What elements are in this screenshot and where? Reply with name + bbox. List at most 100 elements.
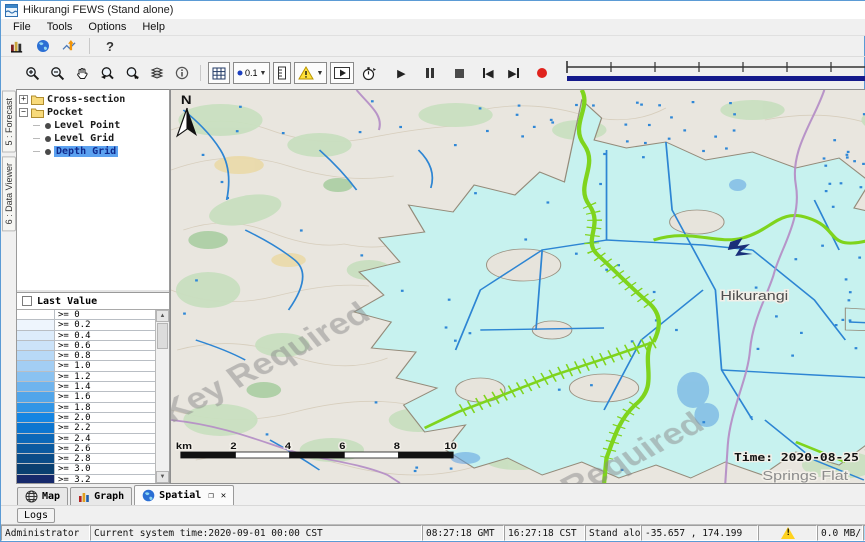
legend-swatch [17, 464, 55, 473]
tree-node-level-grid[interactable]: Level Grid [19, 132, 167, 145]
longitudinal-profile-button[interactable] [273, 62, 291, 84]
legend-swatch [17, 341, 55, 350]
legend-row: >= 1.0 [17, 361, 155, 371]
chevron-down-icon: ▼ [316, 70, 323, 77]
menu-file[interactable]: File [5, 20, 39, 34]
help-button[interactable]: ? [100, 37, 120, 55]
chevron-down-icon: ▼ [260, 70, 267, 77]
toolbar-separator [89, 38, 90, 54]
tree-connector [33, 125, 40, 126]
step-back-button[interactable]: ◀ [477, 62, 499, 84]
tree-node-level-point[interactable]: Level Point [19, 119, 167, 132]
menu-tools[interactable]: Tools [39, 20, 81, 34]
globe-icon [142, 489, 155, 502]
layer-bullet-icon [45, 149, 51, 155]
legend-row: >= 2.8 [17, 454, 155, 464]
animation-timer-icon[interactable] [357, 62, 379, 84]
zoom-next-icon[interactable] [121, 62, 143, 84]
scroll-down-icon[interactable]: ▼ [156, 471, 169, 483]
legend-row: >= 1.4 [17, 382, 155, 392]
pause-button[interactable] [419, 62, 441, 84]
tab-spatial[interactable]: Spatial ❐ ✕ [134, 485, 234, 505]
spatial-display-globe-icon[interactable] [33, 37, 53, 55]
tab-map[interactable]: Map [17, 487, 68, 505]
application-window: Hikurangi FEWS (Stand alone) – ❐ ✕ File … [0, 0, 865, 542]
timeline-slider[interactable] [564, 59, 865, 88]
zoom-previous-icon[interactable] [96, 62, 118, 84]
layer-bullet-icon [45, 136, 51, 142]
bar-chart-icon [78, 491, 90, 503]
pan-hand-icon[interactable] [71, 62, 93, 84]
svg-text:km: km [176, 442, 192, 452]
record-button[interactable] [531, 62, 553, 84]
menu-options[interactable]: Options [80, 20, 134, 34]
svg-text:8: 8 [394, 442, 401, 452]
scrollbar-thumb[interactable] [157, 323, 168, 349]
legend-swatch [17, 423, 55, 432]
status-warning[interactable] [758, 525, 817, 541]
legend-swatch [17, 372, 55, 381]
zoom-out-icon[interactable] [46, 62, 68, 84]
contour-interval-dropdown[interactable]: 0.1 ▼ [233, 62, 270, 84]
map-time-overlay: Time: 2020-08-25 00:00:00 CST [734, 451, 865, 463]
map-canvas[interactable]: API Key Required API Key Required N Hiku… [170, 89, 865, 484]
animation-dialog-button[interactable] [330, 62, 354, 84]
legend-swatch [17, 434, 55, 443]
status-user: Administrator [1, 525, 90, 541]
status-local-time: 16:27:18 CST [504, 525, 585, 541]
legend-swatch [17, 331, 55, 340]
legend-row: >= 0.4 [17, 331, 155, 341]
last-value-checkbox[interactable] [22, 296, 32, 306]
legend-panel: Last Value >= 0 >= 0.2 >= 0.4 >= 0.6 >= … [17, 292, 169, 483]
layers-icon[interactable] [146, 62, 168, 84]
status-coordinates: -35.657 , 174.199 [641, 525, 758, 541]
step-forward-button[interactable]: ▶ [502, 62, 524, 84]
logs-row: Logs [1, 505, 865, 524]
tab-maximize-icon[interactable]: ❐ [208, 491, 213, 501]
legend-list: >= 0 >= 0.2 >= 0.4 >= 0.6 >= 0.8 >= 1.0 … [17, 310, 156, 483]
status-mode: Stand alone [585, 525, 641, 541]
scroll-up-icon[interactable]: ▲ [156, 310, 169, 322]
logs-button[interactable]: Logs [17, 508, 55, 523]
status-download-rate: 0.0 MB/s [817, 525, 863, 541]
legend-row: >= 0.6 [17, 341, 155, 351]
last-value-label: Last Value [37, 296, 97, 307]
legend-swatch [17, 475, 55, 483]
map-toolbar: 0.1 ▼ ▼ ▶ ◀ ▶ [1, 57, 865, 89]
town-label: Hikurangi [720, 289, 788, 303]
tree-node-cross-section[interactable]: + Cross-section [19, 93, 167, 106]
legend-swatch [17, 444, 55, 453]
contour-interval-value: 0.1 [245, 68, 258, 78]
tab-graph[interactable]: Graph [70, 487, 132, 505]
main-content: 5 : Forecast 6 : Data Viewer + Cross-sec… [1, 89, 865, 484]
info-icon[interactable] [171, 62, 193, 84]
collapse-icon[interactable]: − [19, 108, 28, 117]
sidebar-tab-data-viewer[interactable]: 6 : Data Viewer [2, 156, 16, 231]
stop-button[interactable] [448, 62, 470, 84]
tree-node-pocket[interactable]: − Pocket [19, 106, 167, 119]
legend-row: >= 1.8 [17, 403, 155, 413]
legend-row: >= 2.2 [17, 423, 155, 433]
legend-swatch [17, 403, 55, 412]
layer-bullet-icon [45, 123, 51, 129]
play-button[interactable]: ▶ [390, 62, 412, 84]
tree-node-depth-grid[interactable]: Depth Grid [19, 145, 167, 158]
thresholds-warning-dropdown[interactable]: ▼ [294, 62, 327, 84]
menu-help[interactable]: Help [134, 20, 173, 34]
legend-swatch [17, 361, 55, 370]
expand-icon[interactable]: + [19, 95, 28, 104]
grid-display-button[interactable] [208, 62, 230, 84]
warning-icon [781, 527, 795, 539]
toolbar-separator [200, 65, 201, 81]
tab-close-icon[interactable]: ✕ [221, 491, 226, 501]
legend-scrollbar[interactable]: ▲ ▼ [156, 310, 169, 483]
svg-text:4: 4 [285, 442, 292, 452]
status-bar: Administrator Current system time:2020-0… [1, 524, 865, 541]
profile-display-icon[interactable] [59, 37, 79, 55]
left-panel: + Cross-section − Pocket Level Point Lev… [16, 89, 170, 484]
sidebar-tab-forecast[interactable]: 5 : Forecast [2, 91, 16, 153]
legend-swatch [17, 320, 55, 329]
database-display-icon[interactable] [7, 37, 27, 55]
zoom-in-icon[interactable] [21, 62, 43, 84]
legend-row: >= 0.8 [17, 351, 155, 361]
